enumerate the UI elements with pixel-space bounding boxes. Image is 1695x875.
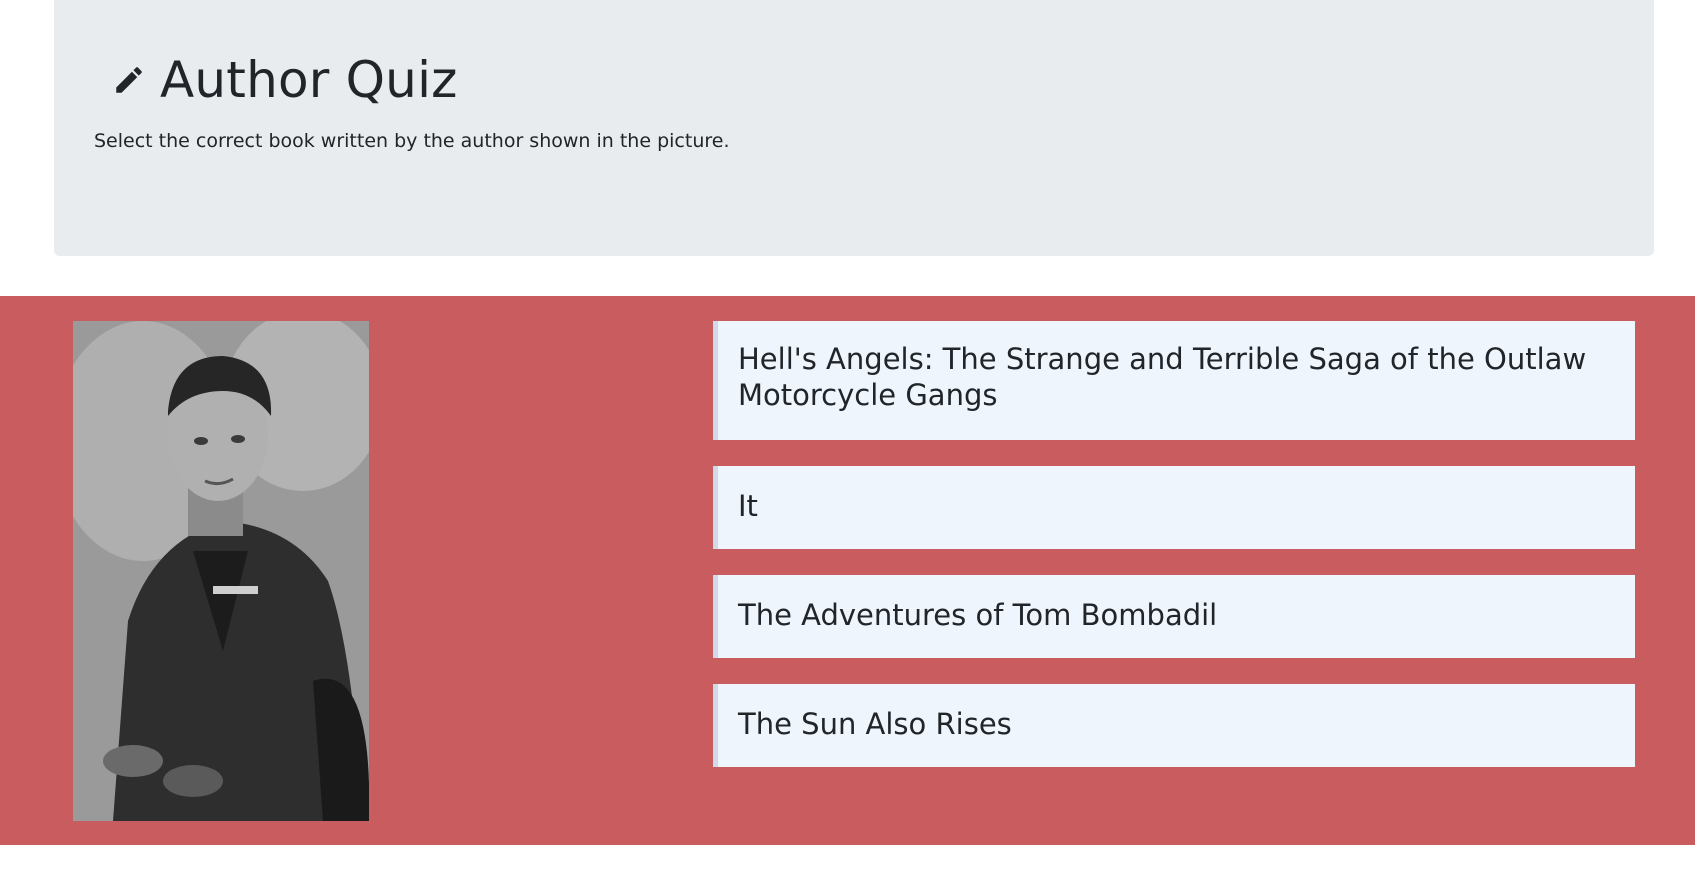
page-title: Author Quiz <box>160 51 458 109</box>
author-photo <box>73 321 369 821</box>
answer-option[interactable]: Hell's Angels: The Strange and Terrible … <box>713 321 1635 440</box>
answer-option[interactable]: The Adventures of Tom Bombadil <box>713 575 1635 658</box>
page-subtitle: Select the correct book written by the a… <box>94 130 730 152</box>
answer-list: Hell's Angels: The Strange and Terrible … <box>713 321 1635 793</box>
answer-option[interactable]: It <box>713 466 1635 549</box>
quiz-area: Hell's Angels: The Strange and Terrible … <box>0 296 1695 845</box>
title-row: Author Quiz <box>112 44 458 116</box>
quiz-header: Author Quiz Select the correct book writ… <box>54 0 1654 256</box>
pencil-icon <box>112 63 146 97</box>
answer-option[interactable]: The Sun Also Rises <box>713 684 1635 767</box>
